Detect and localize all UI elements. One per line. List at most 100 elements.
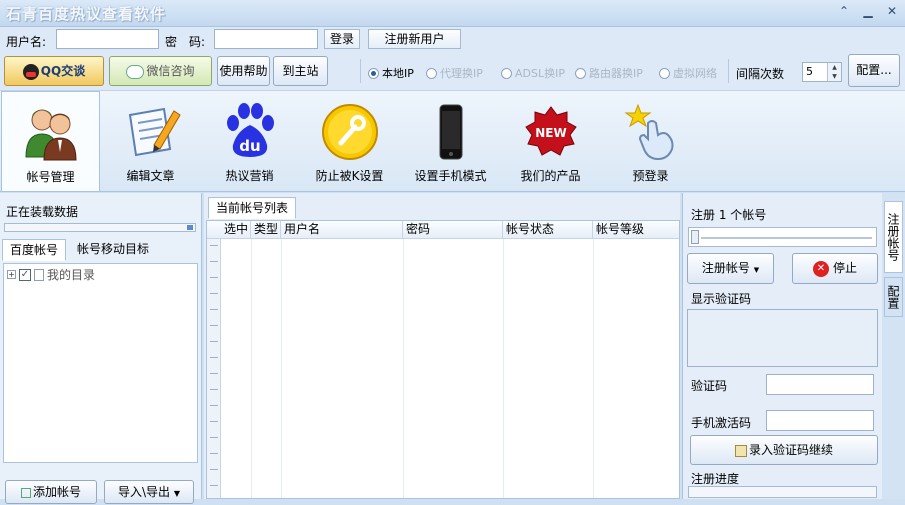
qq-chat-button[interactable]: QQ交谈 (4, 56, 104, 86)
ip-option-vpn: 虚拟网络 (659, 65, 717, 81)
login-button[interactable]: 登录 (324, 29, 360, 49)
submit-captcha-button[interactable]: 录入验证码继续 (690, 435, 878, 465)
loading-progress (4, 223, 196, 232)
tab-label: 设置手机模式 (414, 169, 487, 183)
wrench-icon (319, 101, 381, 163)
register-progress-bar (688, 486, 877, 498)
add-account-button[interactable]: 添加帐号 (5, 480, 97, 504)
column-header[interactable]: 类型 (251, 221, 281, 239)
column-header[interactable]: 密码 (403, 221, 503, 239)
interval-label: 间隔次数 (736, 67, 785, 81)
tab-our-products[interactable]: NEW 我们的产品 (502, 91, 599, 191)
tab-label: 帐号管理 (26, 170, 75, 184)
toolbar: QQ交谈 微信咨询 使用帮助 到主站 本地IP 代理换IP ADSL换IP 路由… (0, 51, 905, 91)
tab-label: 编辑文章 (126, 169, 175, 183)
sms-code-input[interactable] (766, 410, 874, 431)
account-icon (20, 102, 82, 164)
tab-anti-ban[interactable]: 防止被K设置 (301, 91, 398, 191)
column-header[interactable]: 用户名 (281, 221, 403, 239)
add-icon (20, 487, 31, 498)
password-label: 密 码: (165, 35, 206, 49)
wechat-button[interactable]: 微信咨询 (109, 56, 212, 86)
svg-text:NEW: NEW (535, 126, 566, 140)
username-input[interactable] (56, 29, 159, 49)
phone-icon (420, 101, 482, 163)
tab-current-accounts[interactable]: 当前帐号列表 (208, 197, 297, 219)
config-button[interactable]: 配置... (848, 54, 900, 87)
stop-button[interactable]: ✕ 停止 (792, 253, 878, 284)
chevron-down-icon: ▼ (753, 266, 760, 274)
stop-icon: ✕ (812, 260, 829, 277)
register-count-label: 注册 1 个帐号 (691, 208, 767, 222)
edit-article-icon (120, 101, 182, 163)
import-export-button[interactable]: 导入\导出 ▼ (104, 480, 194, 504)
account-list-panel: 当前帐号列表 选中 类型 用户名 密码 帐号状态 帐号等级 (204, 193, 680, 499)
column-header[interactable]: 帐号状态 (503, 221, 593, 239)
captcha-label: 验证码 (691, 379, 728, 393)
tab-label: 预登录 (632, 169, 669, 183)
file-icon (34, 268, 44, 281)
interval-stepper[interactable]: 5 ▲ ▼ (802, 62, 842, 82)
separator (728, 59, 729, 83)
tab-phone-mode[interactable]: 设置手机模式 (402, 91, 499, 191)
ribbon: 帐号管理 编辑文章 du 热议营销 防止被K设置 设置手机模式 NEW 我们的产… (0, 91, 905, 192)
ip-option-adsl: ADSL换IP (501, 65, 565, 81)
register-count-slider[interactable] (688, 227, 877, 247)
register-panel: 注册 1 个帐号 注册帐号 ▼ ✕ 停止 显示验证码 验证码 手机激活码 录入验证… (682, 193, 882, 499)
separator (360, 59, 361, 83)
tab-config[interactable]: 配置 (884, 277, 903, 317)
close-icon[interactable]: ✕ (885, 4, 899, 18)
register-account-button[interactable]: 注册帐号 ▼ (687, 253, 774, 284)
account-tree: + ✓ 我的目录 (3, 263, 198, 463)
ip-option-local[interactable]: 本地IP (368, 65, 414, 81)
tab-hot-marketing[interactable]: du 热议营销 (201, 91, 298, 191)
column-header[interactable]: 选中 (221, 221, 251, 239)
app-title: 石青百度热议查看软件 (6, 5, 167, 23)
edit-icon (734, 444, 747, 457)
username-label: 用户名: (6, 35, 47, 49)
tab-label: 热议营销 (225, 169, 274, 183)
column-header[interactable]: 帐号等级 (593, 221, 679, 239)
loading-status: 正在装载数据 (6, 205, 79, 219)
tab-move-target[interactable]: 帐号移动目标 (70, 239, 156, 261)
tree-item[interactable]: + ✓ 我的目录 (7, 266, 95, 283)
qq-icon (22, 63, 39, 80)
spin-up-icon[interactable]: ▲ (828, 63, 841, 72)
collapse-icon[interactable]: ⌃ (837, 4, 851, 18)
captcha-image-area (687, 309, 878, 367)
minimize-icon[interactable]: ▁ (861, 4, 875, 18)
expand-icon[interactable]: + (7, 270, 16, 279)
tab-label: 我们的产品 (520, 169, 581, 183)
grid-header: 选中 类型 用户名 密码 帐号状态 帐号等级 (207, 221, 679, 239)
ip-option-proxy: 代理换IP (426, 65, 483, 81)
row-header (207, 221, 221, 498)
window-controls: ⌃ ▁ ✕ (837, 4, 899, 18)
register-user-button[interactable]: 注册新用户 (368, 29, 461, 49)
checkbox[interactable]: ✓ (19, 268, 31, 281)
baidu-icon: du (219, 101, 281, 163)
password-input[interactable] (214, 29, 318, 49)
account-tree-panel: 正在装载数据 百度帐号 帐号移动目标 + ✓ 我的目录 添加帐号 导入\导出 ▼ (0, 193, 202, 504)
tab-edit-article[interactable]: 编辑文章 (103, 91, 198, 191)
tab-register-account[interactable]: 注册帐号 (884, 201, 903, 273)
wechat-icon (126, 64, 145, 79)
tab-account-management[interactable]: 帐号管理 (1, 91, 100, 191)
account-grid[interactable]: 选中 类型 用户名 密码 帐号状态 帐号等级 (206, 220, 680, 499)
chevron-down-icon: ▼ (173, 489, 181, 498)
main-site-button[interactable]: 到主站 (273, 56, 328, 86)
hand-pointer-icon (620, 101, 682, 163)
tab-pre-login[interactable]: 预登录 (602, 91, 699, 191)
help-button[interactable]: 使用帮助 (217, 56, 270, 86)
ip-option-router: 路由器换IP (575, 65, 643, 81)
svg-text:du: du (239, 137, 260, 155)
side-tabs: 注册帐号 配置 (882, 193, 905, 499)
captcha-input[interactable] (766, 374, 874, 395)
tab-label: 防止被K设置 (315, 169, 384, 183)
spin-down-icon[interactable]: ▼ (828, 72, 841, 81)
tab-baidu-accounts[interactable]: 百度帐号 (2, 239, 67, 261)
title-bar: 石青百度热议查看软件 ⌃ ▁ ✕ (0, 0, 905, 27)
register-progress-label: 注册进度 (691, 472, 740, 486)
login-bar: 用户名: 密 码: 登录 注册新用户 (0, 27, 905, 51)
captcha-display-label: 显示验证码 (691, 292, 752, 306)
sms-code-label: 手机激活码 (691, 416, 752, 430)
